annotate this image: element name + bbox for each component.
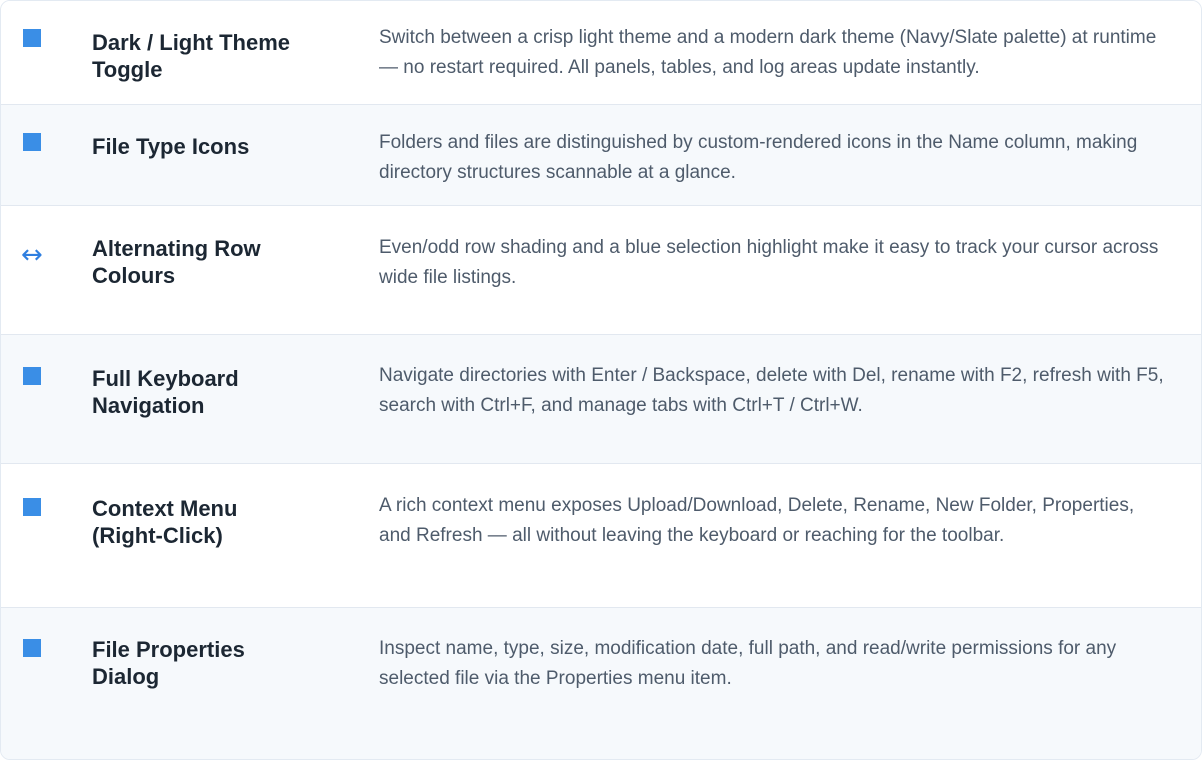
feature-title: File Properties Dialog: [92, 637, 245, 689]
feature-description: Switch between a crisp light theme and a…: [379, 27, 1157, 78]
feature-icon-cell: [1, 365, 92, 385]
feature-title: Context Menu (Right-Click): [92, 496, 238, 548]
blue-square-icon: [23, 133, 41, 151]
feature-icon-cell: ↔: [1, 235, 92, 268]
feature-title: File Type Icons: [92, 134, 250, 159]
feature-title: Dark / Light Theme Toggle: [92, 30, 291, 82]
blue-square-icon: [23, 29, 41, 47]
feature-row: Dark / Light Theme Toggle Switch between …: [1, 1, 1201, 105]
feature-icon-cell: [1, 495, 92, 516]
feature-row: File Properties Dialog Inspect name, type…: [1, 608, 1201, 759]
feature-description: Inspect name, type, size, modification d…: [379, 638, 1117, 689]
feature-row: Context Menu (Right-Click) A rich context…: [1, 464, 1201, 608]
feature-title: Alternating Row Colours: [92, 236, 261, 288]
feature-description: Even/odd row shading and a blue selectio…: [379, 237, 1159, 288]
feature-icon-cell: [1, 133, 92, 151]
feature-title: Full Keyboard Navigation: [92, 366, 239, 418]
blue-square-icon: [23, 367, 41, 385]
blue-square-icon: [23, 639, 41, 657]
feature-row: Full Keyboard Navigation Navigate directo…: [1, 335, 1201, 464]
feature-description: Navigate directories with Enter / Backsp…: [379, 365, 1164, 416]
feature-description: Folders and files are distinguished by c…: [379, 132, 1138, 183]
left-right-arrow-icon: ↔: [21, 240, 43, 270]
blue-square-icon: [23, 498, 41, 516]
feature-icon-cell: [1, 29, 92, 47]
feature-row: ↔ Alternating Row Colours Even/odd row sh…: [1, 206, 1201, 335]
feature-description: A rich context menu exposes Upload/Downl…: [379, 495, 1135, 546]
feature-icon-cell: [1, 636, 92, 657]
features-table: Dark / Light Theme Toggle Switch between …: [0, 0, 1202, 760]
feature-row: File Type Icons Folders and files are di…: [1, 105, 1201, 206]
